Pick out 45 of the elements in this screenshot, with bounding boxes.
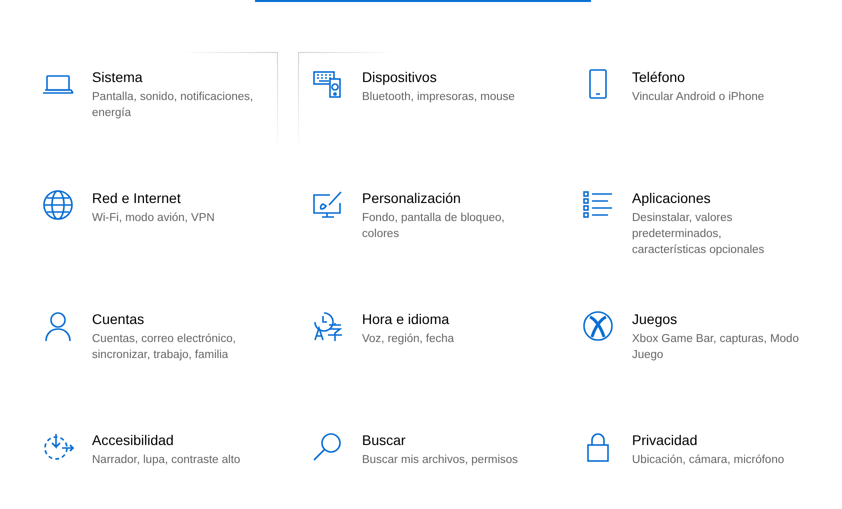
tile-title: Hora e idioma [362,310,450,328]
search-icon [312,431,344,463]
settings-tile[interactable]: Dispositivos Bluetooth, impresoras, mouse [298,52,548,162]
keyboard-speaker-icon [312,68,344,100]
tile-description: Desinstalar, valores predeterminados, características opcionales [632,211,764,258]
tile-title: Buscar [362,431,406,449]
tile-description: Fondo, pantalla de bloqueo, colores [362,211,505,242]
tile-description: Wi-Fi, modo avión, VPN [92,211,215,226]
tile-title: Dispositivos [362,68,437,86]
person-icon [42,310,74,342]
tile-description: Narrador, lupa, contraste alto [92,453,240,468]
settings-tile[interactable]: Personalización Fondo, pantalla de bloqueo, colores [298,173,548,283]
tile-title: Red e Internet [92,189,181,207]
tile-description: Buscar mis archivos, permisos [362,453,518,468]
tile-title: Personalización [362,189,461,207]
settings-tile[interactable]: Juegos Xbox Game Bar, capturas, Modo Juego [568,294,818,404]
tile-description: Ubicación, cámara, micrófono [632,453,784,468]
settings-tile[interactable]: Teléfono Vincular Android o iPhone [568,52,818,162]
settings-tile[interactable]: Hora e idioma Voz, región, fecha [298,294,548,404]
settings-tile[interactable]: Sistema Pantalla, sonido, notificaciones, energía [28,52,278,162]
tile-title: Cuentas [92,310,144,328]
tile-title: Aplicaciones [632,189,711,207]
tile-title: Teléfono [632,68,685,86]
settings-tile[interactable]: Buscar Buscar mis archivos, permisos [298,415,548,509]
settings-tile[interactable]: Accesibilidad Narrador, lupa, contraste alto [28,415,278,509]
settings-tile[interactable]: Red e Internet Wi-Fi, modo avión, VPN [28,173,278,283]
settings-tile[interactable]: Privacidad Ubicación, cámara, micrófono [568,415,818,509]
settings-tile[interactable]: Aplicaciones Desinstalar, valores predeterminados, características opcionales [568,173,818,283]
tile-title: Juegos [632,310,678,328]
tile-description: Cuentas, correo electrónico, sincronizar, trabajo, familia [92,332,236,363]
list-icon [582,189,614,221]
clock-language-icon [312,310,344,342]
tile-description: Xbox Game Bar, capturas, Modo Juego [632,332,799,363]
tile-description: Vincular Android o iPhone [632,90,764,105]
settings-tile[interactable]: Cuentas Cuentas, correo electrónico, sincronizar, trabajo, familia [28,294,278,404]
tile-title: Accesibilidad [92,431,174,449]
tile-title: Privacidad [632,431,698,449]
tile-description: Pantalla, sonido, notificaciones, energía [92,90,254,121]
monitor-brush-icon [312,189,344,221]
tile-description: Voz, región, fecha [362,332,454,347]
tile-title: Sistema [92,68,143,86]
dashed-circle-arrows-icon [42,431,74,463]
tile-description: Bluetooth, impresoras, mouse [362,90,515,105]
globe-icon [42,189,74,221]
x-circle-icon [582,310,614,342]
